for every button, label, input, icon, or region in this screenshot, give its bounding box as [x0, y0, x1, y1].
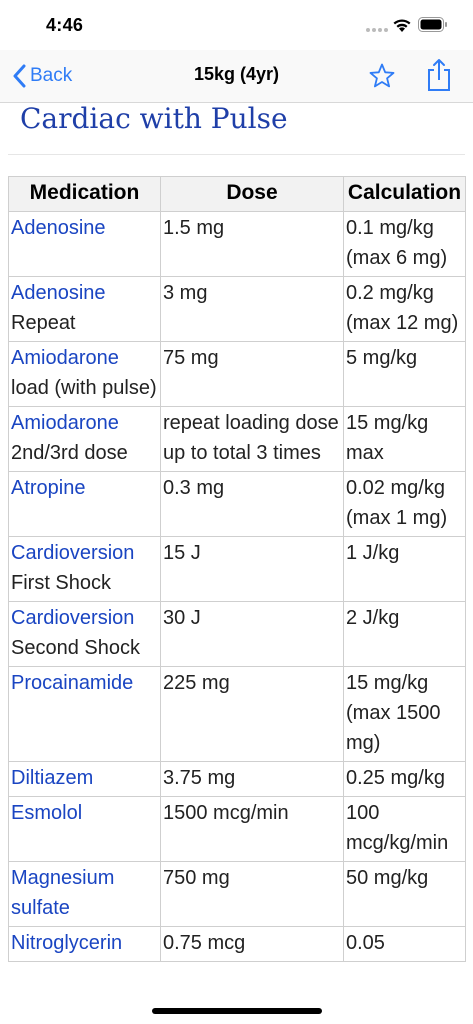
wifi-icon — [393, 19, 411, 32]
table-header-row: Medication Dose Calculation — [8, 176, 466, 212]
medication-link[interactable]: Nitroglycerin — [11, 932, 122, 954]
calculation-cell: 15 mg/kg max — [343, 406, 466, 472]
medication-link[interactable]: Cardioversion — [11, 542, 134, 564]
medication-cell: Diltiazem — [8, 761, 161, 797]
medication-cell: Adenosine Repeat — [8, 276, 161, 342]
table-row[interactable]: Amiodarone load (with pulse) 75 mg 5 mg/kg — [8, 341, 466, 407]
table-row[interactable]: Procainamide 225 mg 15 mg/kg (max 1500 mg) — [8, 666, 466, 762]
table-row[interactable]: Diltiazem 3.75 mg 0.25 mg/kg — [8, 761, 466, 797]
table-row[interactable]: Amiodarone 2nd/3rd dose repeat loading do… — [8, 406, 466, 472]
dose-cell: repeat loading dose up to total 3 times — [160, 406, 344, 472]
medication-cell: Cardioversion First Shock — [8, 536, 161, 602]
medication-link[interactable]: Amiodarone — [11, 412, 119, 434]
dose-cell: 75 mg — [160, 341, 344, 407]
medication-cell: Amiodarone 2nd/3rd dose — [8, 406, 161, 472]
divider — [8, 154, 465, 155]
table-row[interactable]: Esmolol 1500 mcg/min 100 mcg/kg/min — [8, 796, 466, 862]
status-bar: 4:46 — [0, 0, 473, 50]
star-icon[interactable] — [368, 62, 396, 90]
calculation-cell: 100 mcg/kg/min — [343, 796, 466, 862]
medication-detail: 2nd/3rd dose — [11, 442, 128, 464]
medication-link[interactable]: Esmolol — [11, 802, 82, 824]
medication-link[interactable]: Adenosine — [11, 217, 106, 239]
dose-cell: 3 mg — [160, 276, 344, 342]
dose-cell: 3.75 mg — [160, 761, 344, 797]
medication-cell: Procainamide — [8, 666, 161, 762]
table-row[interactable]: Magnesium sulfate 750 mg 50 mg/kg — [8, 861, 466, 927]
header-medication: Medication — [8, 176, 161, 212]
calculation-cell: 0.25 mg/kg — [343, 761, 466, 797]
section-title: Cardiac with Pulse — [20, 102, 288, 135]
dose-cell: 15 J — [160, 536, 344, 602]
dose-cell: 1.5 mg — [160, 211, 344, 277]
table-row[interactable]: Adenosine Repeat 3 mg 0.2 mg/kg (max 12 mg… — [8, 276, 466, 342]
medication-cell: Nitroglycerin — [8, 926, 161, 962]
medication-table: Medication Dose Calculation Adenosine 1.5… — [8, 176, 466, 962]
dose-cell: 225 mg — [160, 666, 344, 762]
status-time: 4:46 — [46, 15, 84, 35]
medication-detail: First Shock — [11, 572, 112, 594]
table-row[interactable]: Cardioversion First Shock 15 J1 J/kg — [8, 536, 466, 602]
calculation-cell: 2 J/kg — [343, 601, 466, 667]
medication-cell: Atropine — [8, 471, 161, 537]
dose-cell: 1500 mcg/min — [160, 796, 344, 862]
dose-cell: 0.3 mg — [160, 471, 344, 537]
medication-link[interactable]: Cardioversion — [11, 607, 134, 629]
calculation-cell: 0.1 mg/kg (max 6 mg) — [343, 211, 466, 277]
cellular-signal-icon — [366, 28, 388, 32]
medication-detail: Second Shock — [11, 637, 140, 659]
table-row[interactable]: Nitroglycerin 0.75 mcg 0.05 — [8, 926, 466, 962]
medication-link[interactable]: Procainamide — [11, 672, 133, 694]
medication-link[interactable]: Atropine — [11, 477, 86, 499]
medication-link[interactable]: Adenosine — [11, 282, 106, 304]
medication-detail: Repeat — [11, 312, 76, 334]
medication-link[interactable]: Magnesium sulfate — [11, 867, 114, 919]
navigation-bar: Back 15kg (4yr) — [0, 50, 473, 103]
medication-link[interactable]: Diltiazem — [11, 767, 93, 789]
calculation-cell: 5 mg/kg — [343, 341, 466, 407]
calculation-cell: 50 mg/kg — [343, 861, 466, 927]
dose-cell: 30 J — [160, 601, 344, 667]
medication-cell: Amiodarone load (with pulse) — [8, 341, 161, 407]
calculation-cell: 1 J/kg — [343, 536, 466, 602]
dose-cell: 0.75 mcg — [160, 926, 344, 962]
calculation-cell: 0.2 mg/kg (max 12 mg) — [343, 276, 466, 342]
table-row[interactable]: Atropine 0.3 mg 0.02 mg/kg (max 1 mg) — [8, 471, 466, 537]
medication-cell: Cardioversion Second Shock — [8, 601, 161, 667]
calculation-cell: 0.05 — [343, 926, 466, 962]
header-dose: Dose — [160, 176, 344, 212]
share-icon[interactable] — [426, 58, 452, 92]
calculation-cell: 15 mg/kg (max 1500 mg) — [343, 666, 466, 762]
dose-cell: 750 mg — [160, 861, 344, 927]
table-row[interactable]: Cardioversion Second Shock 30 J2 J/kg — [8, 601, 466, 667]
medication-cell: Adenosine — [8, 211, 161, 277]
calculation-cell: 0.02 mg/kg (max 1 mg) — [343, 471, 466, 537]
header-calculation: Calculation — [343, 176, 466, 212]
table-row[interactable]: Adenosine 1.5 mg 0.1 mg/kg (max 6 mg) — [8, 211, 466, 277]
battery-icon — [418, 17, 447, 32]
medication-detail: load (with pulse) — [11, 377, 157, 399]
nav-title: 15kg (4yr) — [193, 64, 280, 84]
medication-cell: Magnesium sulfate — [8, 861, 161, 927]
medication-cell: Esmolol — [8, 796, 161, 862]
home-indicator[interactable] — [152, 1008, 322, 1014]
medication-link[interactable]: Amiodarone — [11, 347, 119, 369]
